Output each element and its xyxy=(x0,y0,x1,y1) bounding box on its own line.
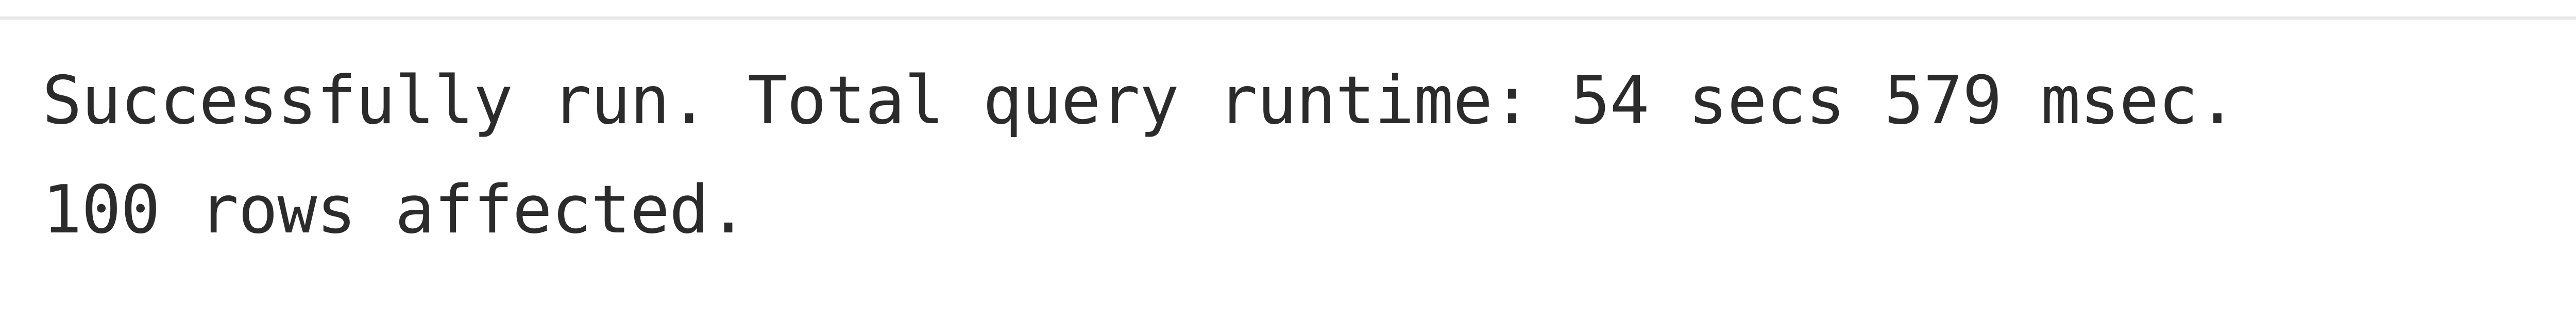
panel-top-divider xyxy=(0,0,2576,20)
query-status-message: Successfully run. Total query runtime: 5… xyxy=(42,62,2237,139)
rows-affected-message: 100 rows affected. xyxy=(42,172,748,248)
query-messages-panel: Successfully run. Total query runtime: 5… xyxy=(0,23,2576,336)
